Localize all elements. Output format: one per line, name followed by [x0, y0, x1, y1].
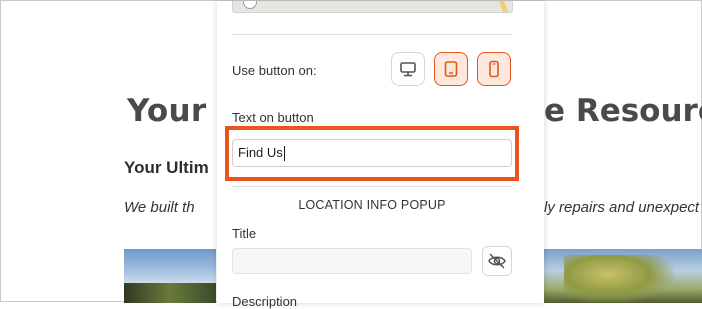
- use-button-on-label: Use button on:: [232, 63, 317, 78]
- location-info-popup-heading: LOCATION INFO POPUP: [298, 198, 446, 212]
- map-road: [498, 1, 509, 12]
- eye-off-icon: [488, 253, 506, 269]
- mobile-icon: [489, 60, 499, 78]
- map-preview: [232, 1, 513, 13]
- page-body-text: We built th: [124, 199, 195, 216]
- page-heading: Your: [127, 93, 207, 129]
- divider: [232, 186, 512, 187]
- button-text-input[interactable]: Find Us: [232, 139, 512, 167]
- button-settings-panel: Use button on: Text on button Find Us LO…: [217, 1, 544, 309]
- visibility-toggle-button[interactable]: [482, 246, 512, 276]
- desktop-icon: [400, 62, 416, 77]
- button-text-value: Find Us: [238, 145, 283, 160]
- page-heading-continued: e Resourc: [544, 93, 702, 129]
- title-label: Title: [232, 226, 257, 241]
- desktop-toggle-button[interactable]: [391, 52, 425, 86]
- tablet-toggle-button[interactable]: [434, 52, 468, 86]
- tree-photo-right: [544, 249, 702, 303]
- text-on-button-label: Text on button: [232, 110, 314, 125]
- mobile-toggle-button[interactable]: [477, 52, 511, 86]
- tablet-icon: [444, 61, 458, 77]
- map-pin-icon: [243, 1, 257, 9]
- sky-photo-left: [124, 249, 216, 303]
- text-caret: [283, 146, 285, 162]
- title-input[interactable]: [232, 248, 472, 274]
- divider: [232, 34, 512, 35]
- page-body-text-continued: ly repairs and unexpect: [544, 199, 700, 216]
- page-subheading: Your Ultim: [124, 158, 209, 177]
